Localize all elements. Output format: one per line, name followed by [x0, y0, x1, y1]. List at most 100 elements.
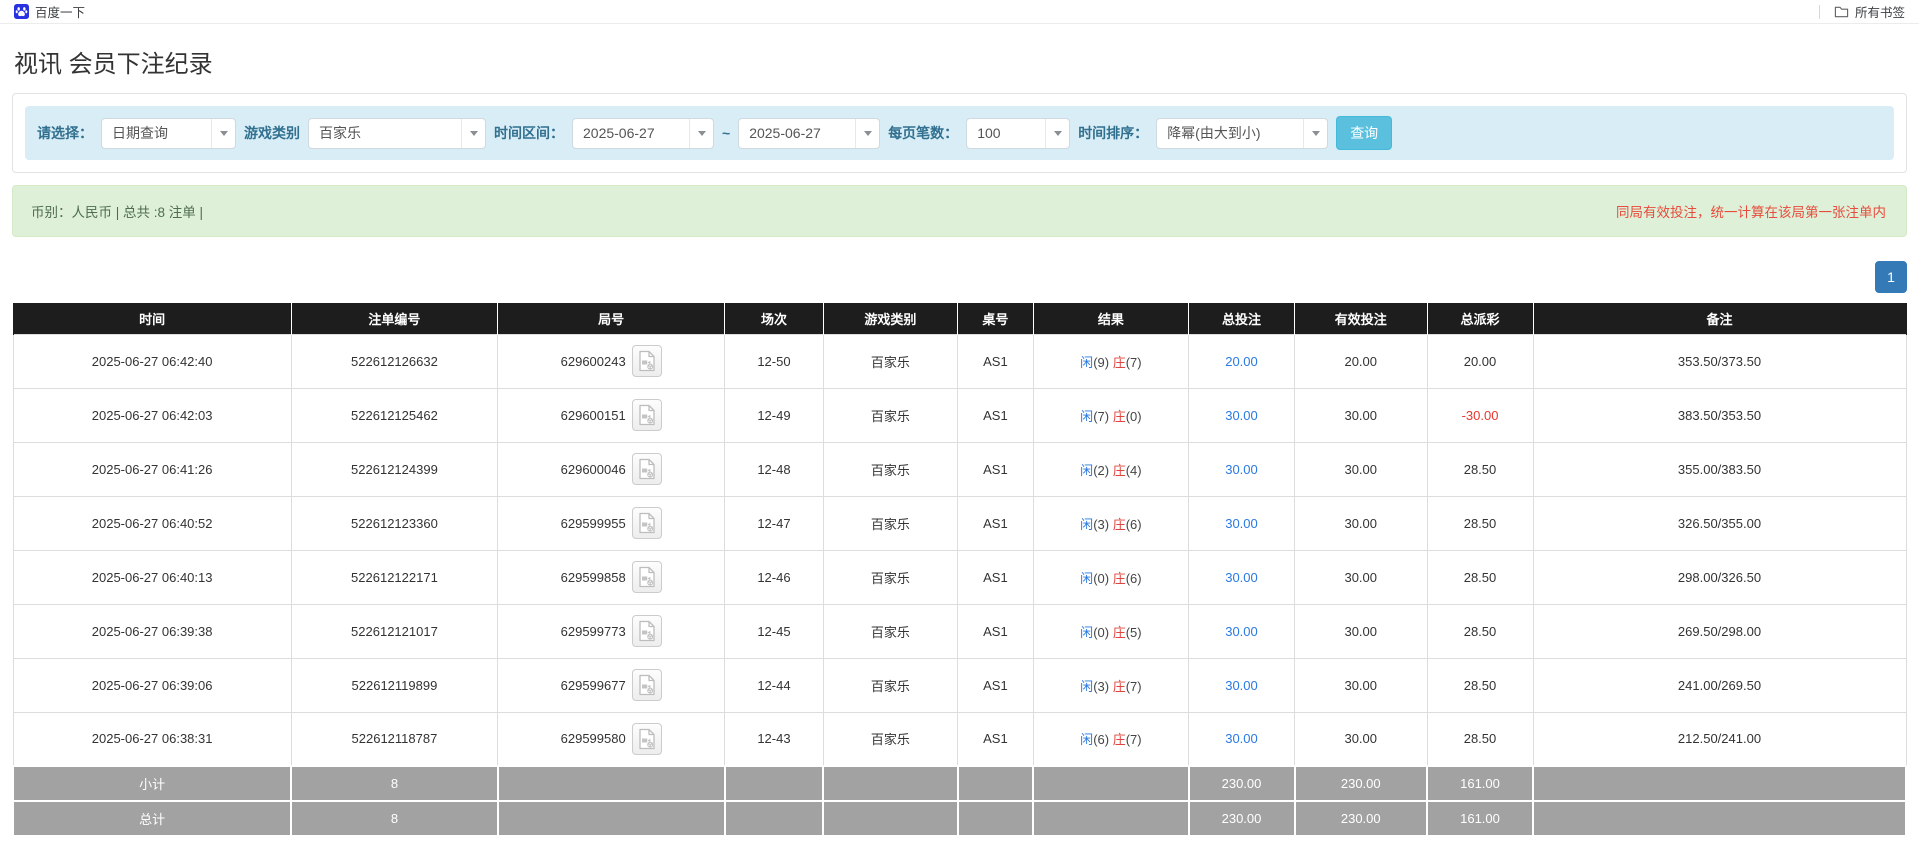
table-row: 2025-06-27 06:42:40 522612126632 6296002…	[12, 333, 1907, 389]
cell-bet-id: 522612119899	[290, 657, 499, 713]
cell-total-bet: 30.00	[1188, 603, 1295, 659]
cell-bet-id: 522612126632	[290, 333, 499, 389]
page-1-button[interactable]: 1	[1875, 261, 1907, 293]
round-id-text: 629599580	[560, 731, 626, 747]
grand-total-payout: 161.00	[1426, 800, 1534, 837]
cell-time: 2025-06-27 06:42:03	[12, 387, 292, 443]
video-replay-button[interactable]	[631, 561, 662, 593]
col-remark: 备注	[1532, 303, 1907, 334]
col-payout: 总派彩	[1426, 303, 1534, 334]
query-button[interactable]: 查询	[1336, 116, 1393, 150]
video-file-icon	[639, 350, 655, 372]
cell-result: 闲(2) 庄(4)	[1032, 441, 1190, 497]
grand-total-count: 8	[290, 800, 499, 837]
video-replay-button[interactable]	[631, 669, 662, 701]
round-id-text: 629599773	[560, 623, 626, 639]
cell-valid-bet: 20.00	[1294, 333, 1428, 389]
game-category-select[interactable]: 百家乐	[308, 117, 486, 149]
date-to-select[interactable]: 2025-06-27	[738, 117, 881, 149]
cell-total-bet: 30.00	[1188, 657, 1295, 713]
table-row: 2025-06-27 06:41:26 522612124399 6296000…	[12, 441, 1907, 497]
total-bet-link[interactable]: 30.00	[1225, 570, 1258, 585]
cell-table-no: AS1	[957, 657, 1034, 713]
total-bet-link[interactable]: 30.00	[1225, 516, 1258, 531]
video-replay-button[interactable]	[631, 345, 662, 377]
cell-game: 百家乐	[822, 495, 959, 551]
result-banker-label: 庄	[1112, 516, 1126, 532]
chevron-down-icon	[689, 118, 713, 148]
result-player-score: (9)	[1093, 354, 1110, 370]
video-replay-button[interactable]	[631, 722, 662, 755]
result-banker-score: (6)	[1125, 516, 1142, 532]
all-bookmarks-button[interactable]: 所有书签	[1830, 0, 1909, 23]
page-size-select[interactable]: 100	[966, 117, 1071, 149]
cell-round-id: 629600243	[497, 333, 726, 389]
grand-total-empty	[723, 800, 825, 837]
cell-time: 2025-06-27 06:38:31	[12, 711, 292, 767]
result-banker-score: (5)	[1125, 624, 1142, 640]
page-size-value: 100	[977, 125, 1001, 141]
round-id-text: 629600243	[560, 353, 626, 369]
video-replay-button[interactable]	[631, 399, 662, 431]
cell-round-id: 629599580	[497, 711, 726, 767]
cell-round-id: 629599955	[497, 495, 726, 551]
page-title: 视讯 会员下注纪录	[14, 51, 213, 78]
result-player-label: 闲	[1080, 516, 1094, 532]
video-replay-button[interactable]	[631, 453, 662, 485]
total-bet-link[interactable]: 30.00	[1225, 731, 1258, 746]
table-body: 2025-06-27 06:42:40 522612126632 6296002…	[12, 333, 1907, 767]
cell-remark: 298.00/326.50	[1532, 549, 1907, 605]
table-row: 2025-06-27 06:39:38 522612121017 6295997…	[12, 603, 1907, 659]
cell-table-no: AS1	[957, 495, 1034, 551]
result-player-score: (2)	[1093, 462, 1110, 478]
video-file-icon	[639, 566, 655, 588]
result-player-label: 闲	[1080, 624, 1094, 640]
cell-round-id: 629599677	[497, 657, 726, 713]
col-round-id: 局号	[497, 303, 726, 334]
cell-game: 百家乐	[822, 549, 959, 605]
cell-result: 闲(9) 庄(7)	[1032, 333, 1190, 389]
subtotal-empty	[1532, 765, 1907, 802]
total-bet-link[interactable]: 30.00	[1225, 624, 1258, 639]
subtotal-empty	[1032, 765, 1190, 802]
cell-table-no: AS1	[957, 441, 1034, 497]
result-banker-score: (4)	[1125, 462, 1142, 478]
cell-round-id: 629600151	[497, 387, 726, 443]
result-player-label: 闲	[1080, 408, 1094, 424]
bookmark-baidu[interactable]: 百度一下	[10, 0, 89, 23]
pagination: 1	[12, 261, 1907, 293]
query-type-label: 请选择：	[37, 125, 93, 141]
date-from-select[interactable]: 2025-06-27	[572, 117, 714, 149]
query-type-select[interactable]: 日期查询	[101, 117, 236, 149]
result-player-label: 闲	[1080, 732, 1094, 748]
time-sort-select[interactable]: 降幂(由大到小)	[1156, 117, 1329, 149]
round-id-text: 629600151	[560, 407, 626, 423]
cell-payout: 28.50	[1426, 711, 1534, 767]
result-banker-label: 庄	[1112, 678, 1126, 694]
subtotal-row: 小计 8 230.00 230.00 161.00	[11, 765, 1907, 802]
cell-time: 2025-06-27 06:40:52	[12, 495, 292, 551]
cell-payout: -30.00	[1426, 387, 1534, 443]
filter-bar: 请选择： 日期查询 游戏类别 百家乐 时间区间： 2025-06-27 ~ 20…	[25, 106, 1894, 160]
cell-session: 12-43	[724, 711, 824, 767]
cell-valid-bet: 30.00	[1294, 711, 1428, 767]
cell-valid-bet: 30.00	[1294, 549, 1428, 605]
total-bet-link[interactable]: 30.00	[1225, 678, 1258, 693]
col-session: 场次	[724, 303, 824, 334]
total-bet-link[interactable]: 30.00	[1225, 462, 1258, 477]
round-id-text: 629599677	[560, 677, 626, 693]
video-replay-button[interactable]	[631, 615, 662, 647]
currency-total-text: 币别：人民币 | 总共 :8 注单 |	[31, 205, 204, 220]
video-replay-button[interactable]	[631, 507, 662, 539]
bets-table: 时间 注单编号 局号 场次 游戏类别 桌号 结果 总投注 有效投注 总派彩 备注…	[11, 303, 1907, 837]
cell-table-no: AS1	[957, 603, 1034, 659]
total-bet-link[interactable]: 30.00	[1225, 408, 1258, 423]
chevron-down-icon	[1303, 118, 1327, 148]
result-banker-score: (6)	[1125, 570, 1142, 586]
cell-total-bet: 30.00	[1188, 441, 1295, 497]
grand-total-total-bet: 230.00	[1187, 800, 1296, 837]
date-from-value: 2025-06-27	[583, 125, 655, 141]
total-bet-link[interactable]: 20.00	[1225, 354, 1258, 369]
video-file-icon	[639, 458, 655, 480]
cell-valid-bet: 30.00	[1294, 603, 1428, 659]
